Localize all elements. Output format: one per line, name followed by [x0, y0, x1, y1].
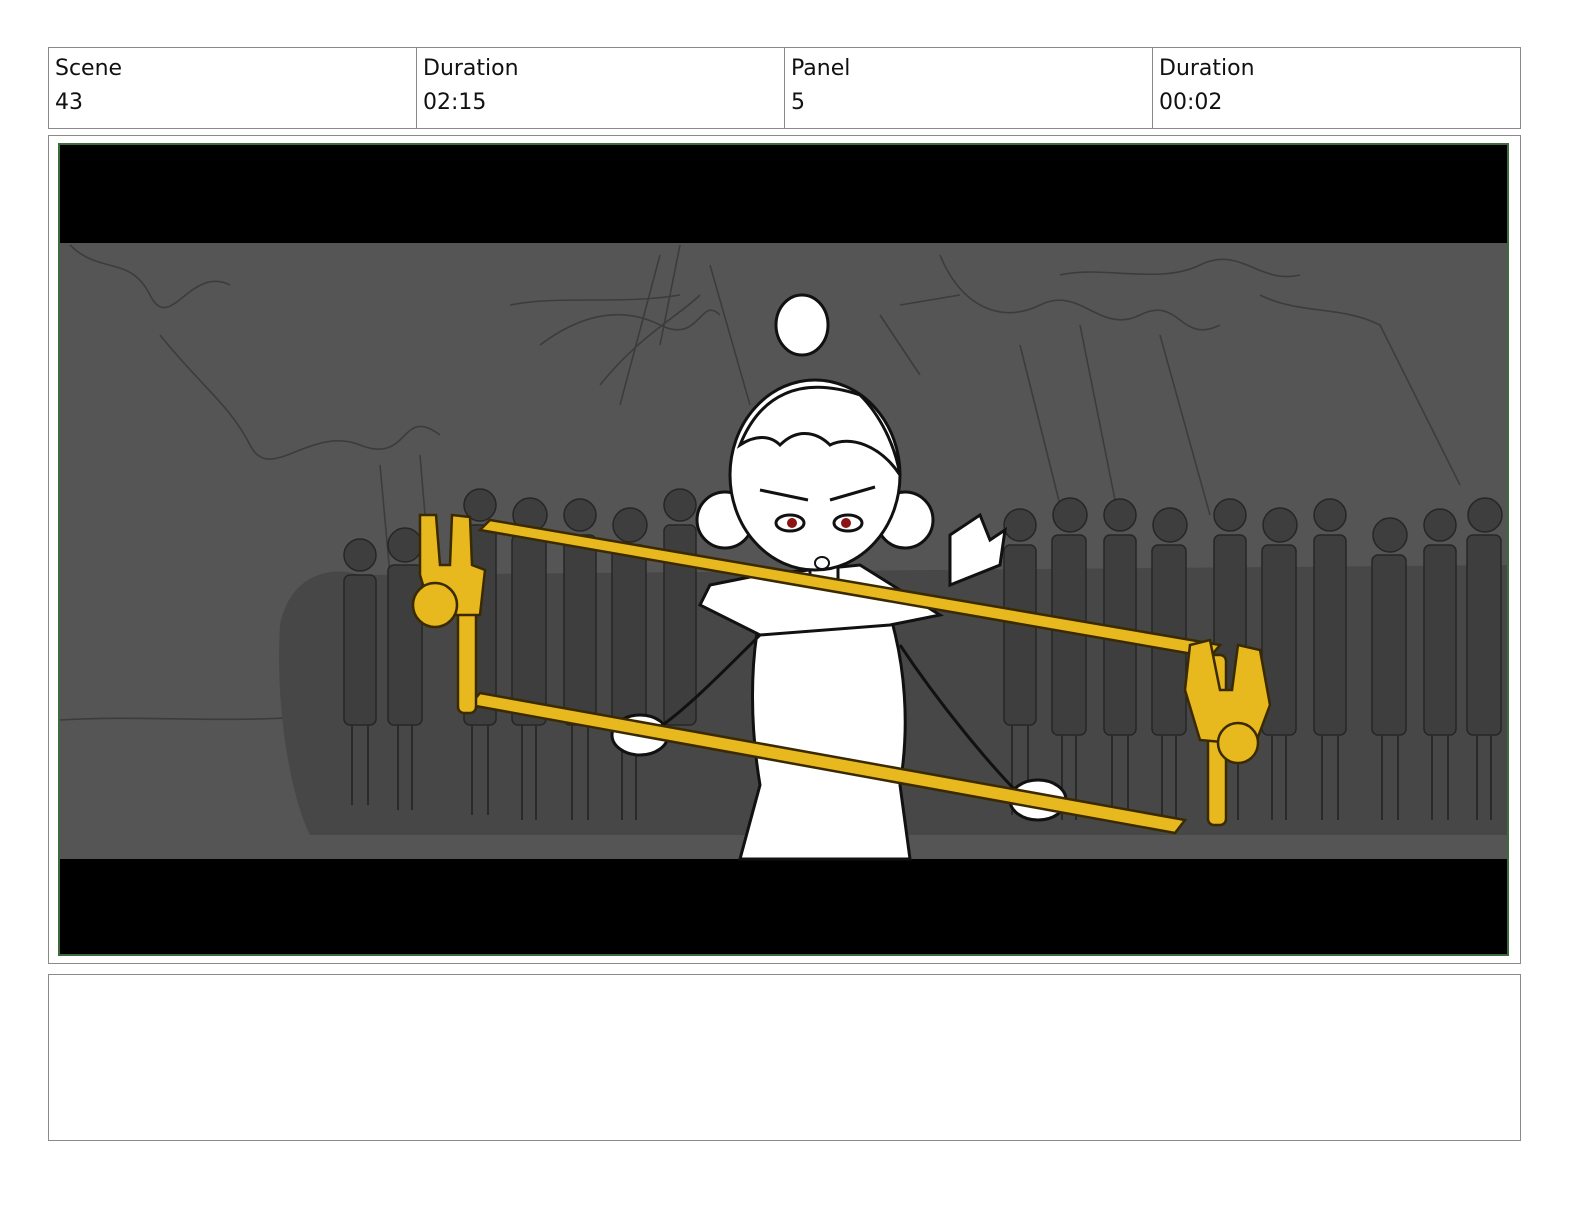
storyboard-header: Scene 43 Duration 02:15 Panel 5 Duration…	[48, 47, 1521, 129]
panel-duration-cell: Duration 00:02	[1153, 48, 1520, 128]
pupil-right	[841, 518, 851, 528]
gold-orb-right	[1216, 721, 1260, 765]
gold-orb-left	[411, 581, 459, 629]
storyboard-panel-image	[58, 143, 1509, 956]
panel-duration-value: 00:02	[1159, 90, 1223, 115]
scene-cell: Scene 43	[49, 48, 417, 128]
letterbox-bottom	[60, 859, 1507, 954]
panel-notes-box[interactable]	[48, 974, 1521, 1141]
hair-top-bun	[774, 293, 830, 357]
panel-number: 5	[791, 90, 805, 115]
mouth	[814, 556, 830, 570]
panel-label: Panel	[791, 56, 851, 81]
storyboard-sketch	[60, 145, 1507, 954]
panel-frame	[48, 135, 1521, 964]
character-dress	[738, 613, 912, 861]
scene-duration-cell: Duration 02:15	[417, 48, 785, 128]
scene-number: 43	[55, 90, 83, 115]
letterbox-top	[60, 145, 1507, 243]
pupil-left	[787, 518, 797, 528]
panel-duration-label: Duration	[1159, 56, 1255, 81]
scene-duration-label: Duration	[423, 56, 519, 81]
scene-label: Scene	[55, 56, 123, 81]
panel-cell: Panel 5	[785, 48, 1153, 128]
scene-duration-value: 02:15	[423, 90, 487, 115]
